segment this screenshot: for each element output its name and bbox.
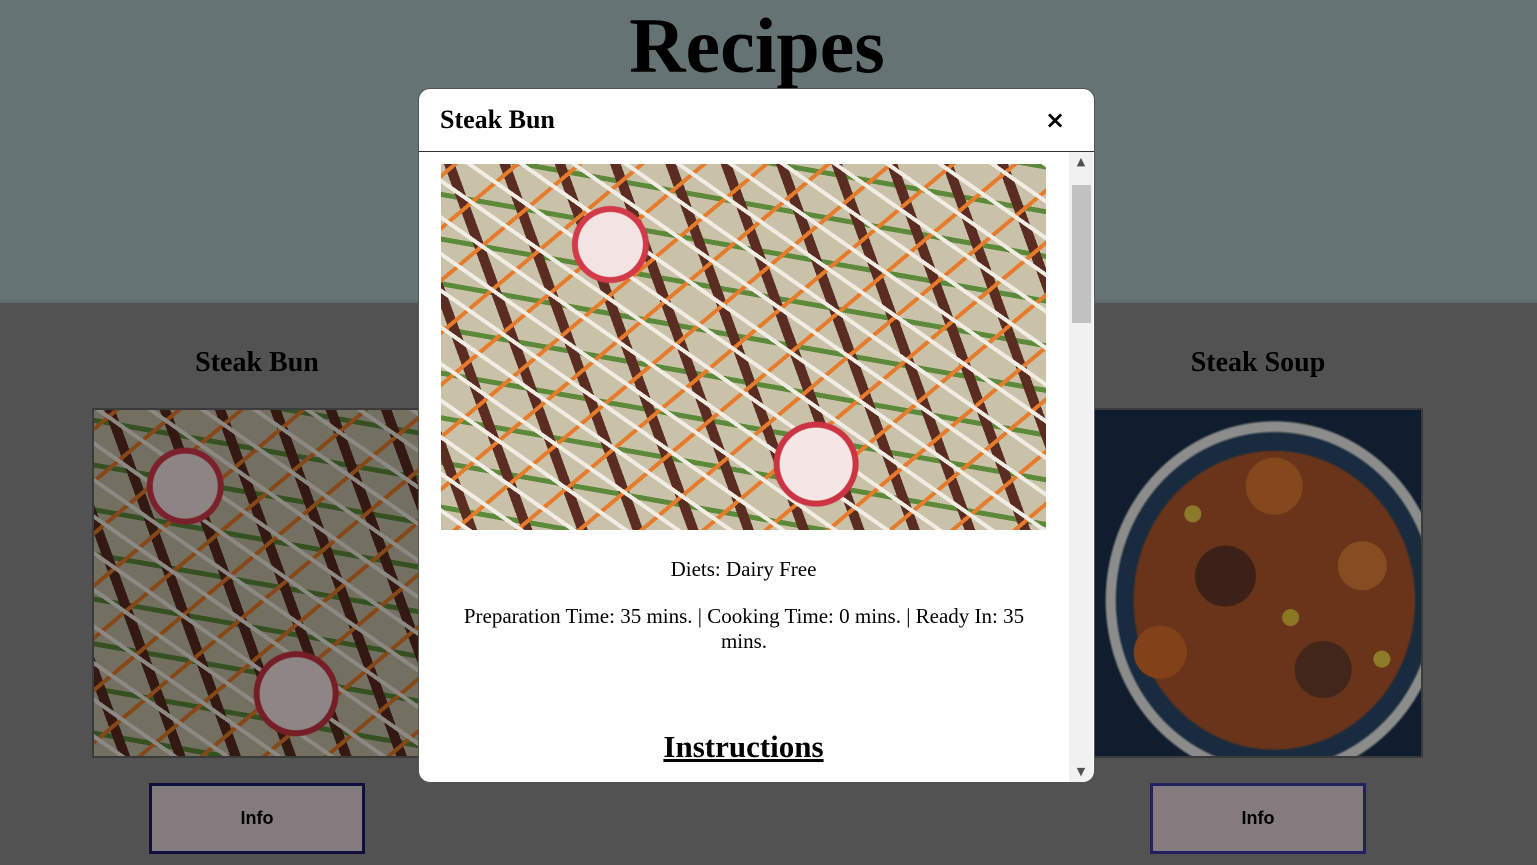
scrollbar-thumb[interactable] xyxy=(1072,185,1091,323)
close-button[interactable]: × xyxy=(1040,105,1070,135)
steak-bun-photo xyxy=(441,164,1046,530)
modal-body[interactable]: Diets: Dairy Free Preparation Time: 35 m… xyxy=(419,152,1070,782)
instructions-heading: Instructions xyxy=(663,729,824,764)
diets-text: Diets: Dairy Free xyxy=(670,557,817,581)
scroll-down-arrow-icon[interactable]: ▼ xyxy=(1069,762,1093,782)
scroll-up-arrow-icon[interactable]: ▲ xyxy=(1069,152,1093,172)
modal-scrollbar[interactable]: ▲ ▼ xyxy=(1069,152,1093,782)
modal-title: Steak Bun xyxy=(440,105,555,134)
modal-header: Steak Bun × xyxy=(419,89,1094,152)
recipe-modal: Steak Bun × Diets: Dairy Free Preparatio… xyxy=(418,88,1095,783)
times-text: Preparation Time: 35 mins. | Cooking Tim… xyxy=(463,604,1025,653)
recipe-photo xyxy=(441,164,1046,530)
